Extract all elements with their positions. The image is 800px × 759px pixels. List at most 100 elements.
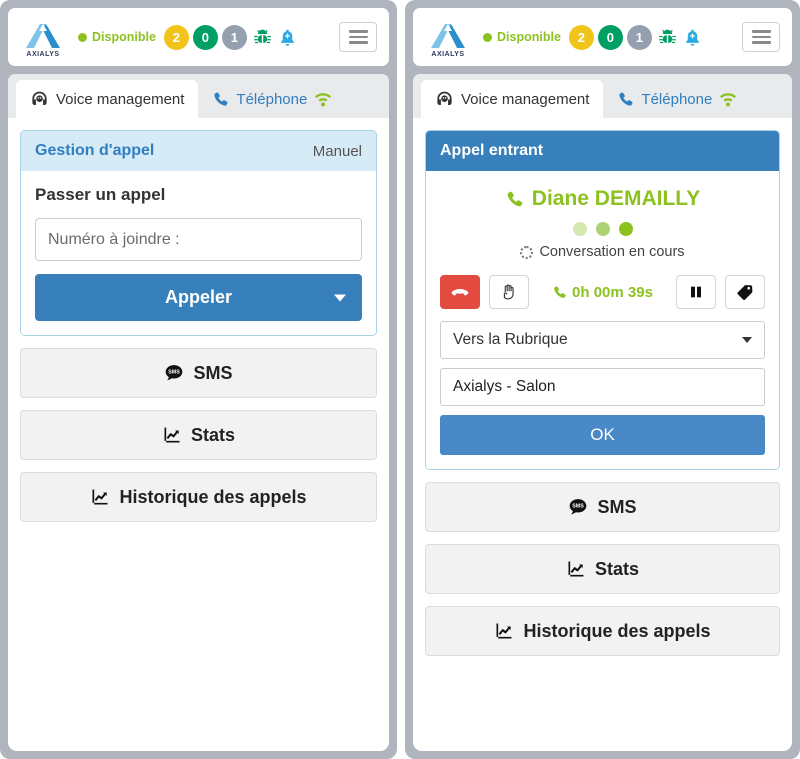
svg-text:SMS: SMS bbox=[169, 370, 181, 376]
pause-button[interactable] bbox=[676, 275, 716, 309]
call-history-button[interactable]: Historique des appels bbox=[425, 606, 780, 656]
hand-icon bbox=[503, 284, 514, 300]
badge-waiting[interactable]: 2 bbox=[568, 24, 594, 50]
chart-line-icon bbox=[568, 561, 584, 577]
badge-active[interactable]: 0 bbox=[597, 24, 623, 50]
phone-hangup-icon bbox=[451, 289, 469, 296]
bug-icon[interactable] bbox=[658, 28, 677, 47]
chart-line-icon bbox=[496, 623, 512, 639]
tab-voice-management-label: Voice management bbox=[56, 90, 185, 108]
bell-plus-icon[interactable] bbox=[278, 28, 297, 47]
status-badges: 2 0 1 bbox=[163, 24, 247, 50]
sms-button[interactable]: SMS SMS bbox=[425, 482, 780, 532]
call-timer: 0h 00m 39s bbox=[538, 284, 667, 301]
wifi-icon bbox=[720, 92, 737, 106]
main-content-left: Voice management Téléphone Gestion d'app… bbox=[8, 74, 389, 751]
call-button-label: Appeler bbox=[164, 287, 233, 307]
incoming-call-card-body: Diane DEMAILLY Conversation en cours 0h … bbox=[426, 171, 779, 469]
progress-dot-1 bbox=[572, 222, 587, 236]
svg-text:SMS: SMS bbox=[573, 504, 585, 510]
tab-strip-right: Voice management Téléphone bbox=[413, 74, 792, 118]
progress-dot-3 bbox=[618, 222, 633, 236]
logo-wordmark: AXIALYS bbox=[26, 51, 60, 58]
call-history-button[interactable]: Historique des appels bbox=[20, 472, 377, 522]
tab-telephone[interactable]: Téléphone bbox=[198, 80, 346, 118]
call-button[interactable]: Appeler bbox=[35, 274, 362, 321]
call-management-card: Gestion d'appel Manuel Passer un appel A… bbox=[20, 130, 377, 336]
panel-body-left: Gestion d'appel Manuel Passer un appel A… bbox=[8, 118, 389, 751]
sms-button-label: SMS bbox=[597, 496, 637, 517]
call-progress-dots bbox=[440, 222, 765, 236]
ok-button[interactable]: OK bbox=[440, 415, 765, 455]
transfer-target-input[interactable] bbox=[440, 368, 765, 406]
tab-voice-management-label: Voice management bbox=[461, 90, 590, 108]
badge-active[interactable]: 0 bbox=[192, 24, 218, 50]
tab-telephone[interactable]: Téléphone bbox=[603, 80, 751, 118]
badge-waiting[interactable]: 2 bbox=[163, 24, 189, 50]
phone-icon bbox=[554, 285, 566, 298]
tab-telephone-label: Téléphone bbox=[641, 90, 713, 108]
tag-button[interactable] bbox=[725, 275, 765, 309]
stats-button-label: Stats bbox=[190, 424, 235, 445]
call-management-title: Gestion d'appel bbox=[35, 142, 155, 159]
transfer-target-type-value: Vers la Rubrique bbox=[453, 331, 568, 348]
call-status-line: Conversation en cours bbox=[440, 244, 765, 260]
incoming-call-card: Appel entrant Diane DEMAILLY Conversatio… bbox=[425, 130, 780, 470]
caller-row: Diane DEMAILLY bbox=[440, 187, 765, 211]
caller-name: Diane DEMAILLY bbox=[531, 187, 701, 210]
availability-dot bbox=[78, 32, 87, 42]
bell-plus-icon[interactable] bbox=[683, 28, 702, 47]
transfer-target-type-select[interactable]: Vers la Rubrique bbox=[440, 321, 765, 359]
logo-wordmark: AXIALYS bbox=[431, 51, 465, 58]
phone-icon bbox=[507, 191, 523, 206]
phone-icon bbox=[619, 91, 633, 106]
availability-dot bbox=[483, 32, 492, 42]
hangup-button[interactable] bbox=[440, 275, 480, 309]
right-panel: AXIALYS Disponible 2 0 1 Voice managemen… bbox=[405, 0, 800, 759]
tab-voice-management[interactable]: Voice management bbox=[16, 80, 199, 118]
call-management-card-body: Passer un appel Appeler bbox=[21, 171, 376, 335]
stats-button[interactable]: Stats bbox=[20, 410, 377, 460]
call-management-mode: Manuel bbox=[312, 142, 362, 160]
make-call-title: Passer un appel bbox=[35, 185, 166, 204]
stats-button-label: Stats bbox=[594, 558, 639, 579]
spinner-icon bbox=[520, 245, 534, 259]
chevron-down-icon[interactable] bbox=[334, 294, 346, 301]
tab-strip-left: Voice management Téléphone bbox=[8, 74, 389, 118]
chart-line-icon bbox=[92, 489, 108, 505]
availability-label: Disponible bbox=[92, 30, 156, 44]
call-timer-value: 0h 00m 39s bbox=[572, 283, 653, 301]
badge-paused[interactable]: 1 bbox=[221, 24, 247, 50]
call-status-label: Conversation en cours bbox=[539, 244, 685, 260]
headset-icon bbox=[437, 91, 452, 105]
bug-icon[interactable] bbox=[253, 28, 272, 47]
tab-telephone-label: Téléphone bbox=[236, 90, 308, 108]
hold-button[interactable] bbox=[489, 275, 529, 309]
tab-voice-management[interactable]: Voice management bbox=[421, 80, 604, 118]
progress-dot-2 bbox=[595, 222, 610, 236]
incoming-call-card-header: Appel entrant bbox=[426, 131, 779, 171]
phone-icon bbox=[214, 91, 228, 106]
sms-bubble-icon: SMS bbox=[570, 499, 587, 515]
incoming-call-title: Appel entrant bbox=[440, 142, 544, 159]
availability-label: Disponible bbox=[497, 30, 561, 44]
call-history-button-label: Historique des appels bbox=[523, 620, 711, 641]
hamburger-menu-icon[interactable] bbox=[742, 22, 780, 52]
call-history-button-label: Historique des appels bbox=[119, 486, 307, 507]
sms-button[interactable]: SMS SMS bbox=[20, 348, 377, 398]
action-buttons-right: SMS SMS Stats Historique des appels bbox=[425, 482, 780, 656]
action-buttons-left: SMS SMS Stats Historique des appels bbox=[20, 348, 377, 522]
wifi-icon bbox=[315, 92, 332, 106]
sms-bubble-icon: SMS bbox=[166, 365, 183, 381]
phone-number-input[interactable] bbox=[35, 218, 362, 261]
chart-line-icon bbox=[164, 427, 180, 443]
chevron-down-icon[interactable] bbox=[742, 337, 752, 343]
axialys-a-logo bbox=[431, 24, 465, 48]
badge-paused[interactable]: 1 bbox=[626, 24, 652, 50]
left-panel: AXIALYS Disponible 2 0 1 Voice managemen… bbox=[0, 0, 397, 759]
stats-button[interactable]: Stats bbox=[425, 544, 780, 594]
main-content-right: Voice management Téléphone Appel entrant… bbox=[413, 74, 792, 751]
hamburger-menu-icon[interactable] bbox=[339, 22, 377, 52]
panel-body-right: Appel entrant Diane DEMAILLY Conversatio… bbox=[413, 118, 792, 751]
pause-icon bbox=[691, 286, 701, 298]
